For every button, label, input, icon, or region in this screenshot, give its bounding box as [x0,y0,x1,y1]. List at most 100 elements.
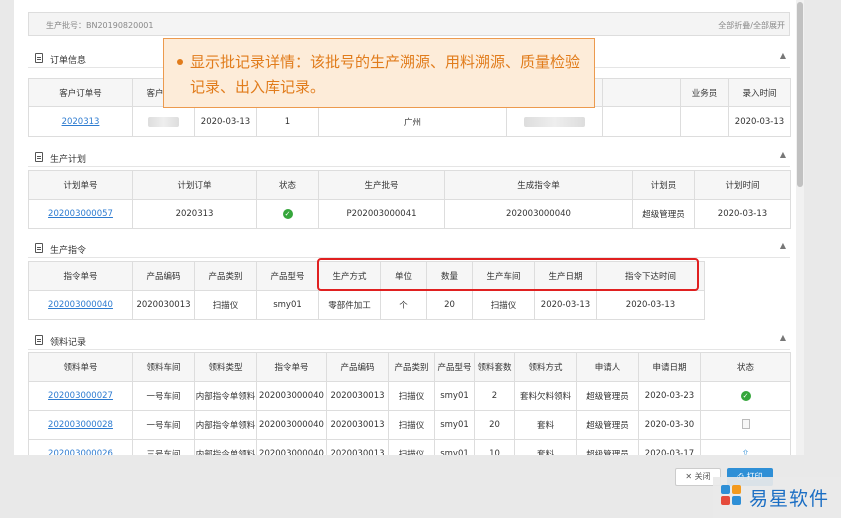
cell: 超级管理员 [576,381,639,411]
cell: 20 [474,410,515,440]
dialog-footer: ✕ 关闭 ⎙ 打印 易星软件 [0,455,841,518]
column-header: 领料单号 [28,352,133,382]
page: 生产批号：BN20190820001 全部折叠/全部展开 订单信息 ▲ 客户订单… [0,0,841,518]
cell [680,106,729,137]
section-title: 生产计划 [50,155,87,165]
check-circle-icon: ✓ [740,391,751,401]
cell: 超级管理员 [576,439,639,455]
cell: 20 [426,290,473,320]
bullet-dot [177,59,183,65]
column-header: 状态 [700,352,791,382]
cell: 2020030013 [326,439,389,455]
column-header: 领料套数 [474,352,515,382]
callout-text: 显示批记录详情：该批号的生产溯源、用料溯源、质量检验记录、出入库记录。 [190,53,581,96]
column-header: 指令单号 [28,261,133,291]
column-header: 计划订单 [132,170,257,200]
brand-name: 易星软件 [749,488,830,510]
cell: 2020-03-13 [194,106,257,137]
table-header-row: 计划单号 计划订单 状态 生产批号 生成指令单 计划员 计划时间 [28,170,791,200]
cell: 202003000040 [256,439,327,455]
cell: P202003000041 [318,199,445,229]
column-header: 产品编码 [132,261,195,291]
section-plan-header[interactable]: 生产计划 ▲ [28,147,790,167]
cell: 套料欠料领料 [514,381,577,411]
column-header: 计划单号 [28,170,133,200]
column-header: 领料车间 [132,352,195,382]
cell: 2 [474,381,515,411]
brand-watermark: 易星软件 [713,477,841,518]
cell: smy01 [434,381,475,411]
document-icon [35,335,43,345]
column-header: 计划时间 [694,170,791,200]
cell: 2020-03-23 [638,381,701,411]
table-row: 202003000028 一号车间 内部指令单领料 202003000040 2… [28,410,791,440]
batch-number-label: 生产批号：BN20190820001 [46,21,154,30]
close-icon: ✕ [685,472,695,481]
column-header: 业务员 [680,78,729,107]
cell: 扫描仪 [194,290,257,320]
section-instr-header[interactable]: 生产指令 ▲ [28,238,790,258]
material-link[interactable]: 202003000028 [48,420,113,430]
document-icon [35,53,43,63]
instruction-link[interactable]: 202003000040 [48,300,113,310]
cell: 广州 [318,106,507,137]
column-header: 生产批号 [318,170,445,200]
collapse-caret-icon[interactable]: ▲ [780,241,786,250]
column-header: 产品型号 [434,352,475,382]
cell: 三号车间 [132,439,195,455]
section-title: 订单信息 [50,56,87,66]
material-table: 领料单号 领料车间 领料类型 指令单号 产品编码 产品类别 产品型号 领料套数 … [28,352,791,455]
cell: smy01 [434,439,475,455]
cell: 超级管理员 [576,410,639,440]
document-status-icon [741,418,750,429]
cell: 扫描仪 [472,290,535,320]
cell: 扫描仪 [388,439,435,455]
cell: 202003000040 [444,199,633,229]
cell: 扫描仪 [388,410,435,440]
material-link[interactable]: 202003000027 [48,391,113,401]
cell: smy01 [256,290,319,320]
collapse-expand-all-link[interactable]: 全部折叠/全部展开 [718,20,785,31]
column-header: 产品型号 [256,261,319,291]
scrollbar-thumb[interactable] [797,2,803,187]
cell [602,106,681,137]
brand-logo-icon [721,485,741,505]
cell: 零部件加工 [318,290,381,320]
cell: 2020313 [132,199,257,229]
column-header: 产品类别 [194,261,257,291]
column-header: 申请人 [576,352,639,382]
cell: 202003000040 [256,410,327,440]
column-header: 领料方式 [514,352,577,382]
order-link[interactable]: 2020313 [62,117,100,127]
cell: 内部指令单领料 [194,381,257,411]
table-row: 202003000040 2020030013 扫描仪 smy01 零部件加工 … [28,290,705,320]
column-header: 录入时间 [728,78,791,107]
cell: 套料 [514,410,577,440]
cell: 一号车间 [132,410,195,440]
cell: 2020-03-13 [534,290,597,320]
table-row: 202003000027 一号车间 内部指令单领料 202003000040 2… [28,381,791,411]
table-row: 202003000026 三号车间 内部指令单领料 202003000040 2… [28,439,791,455]
plan-link[interactable]: 202003000057 [48,209,113,219]
section-title: 生产指令 [50,246,87,256]
table-row: 202003000057 2020313 ✓ P202003000041 202… [28,199,791,229]
collapse-caret-icon[interactable]: ▲ [780,51,786,60]
cell: 2020-03-17 [638,439,701,455]
document-icon [35,243,43,253]
vertical-scrollbar[interactable] [796,0,804,455]
collapse-caret-icon[interactable]: ▲ [780,333,786,342]
annotation-callout: 显示批记录详情：该批号的生产溯源、用料溯源、质量检验记录、出入库记录。 [163,38,595,108]
column-header: 产品类别 [388,352,435,382]
cell: 超级管理员 [632,199,695,229]
table-row: 2020313 xxxxxx 2020-03-13 1 广州 xxxxxxxxx… [28,106,791,137]
column-header: 生成指令单 [444,170,633,200]
check-circle-icon: ✓ [282,209,293,219]
cell: 套料 [514,439,577,455]
column-header: 领料类型 [194,352,257,382]
document-icon [35,152,43,162]
cell: 202003000040 [256,381,327,411]
cell: 2020030013 [326,410,389,440]
collapse-caret-icon[interactable]: ▲ [780,150,786,159]
section-material-header[interactable]: 领料记录 ▲ [28,330,790,350]
cell: smy01 [434,410,475,440]
